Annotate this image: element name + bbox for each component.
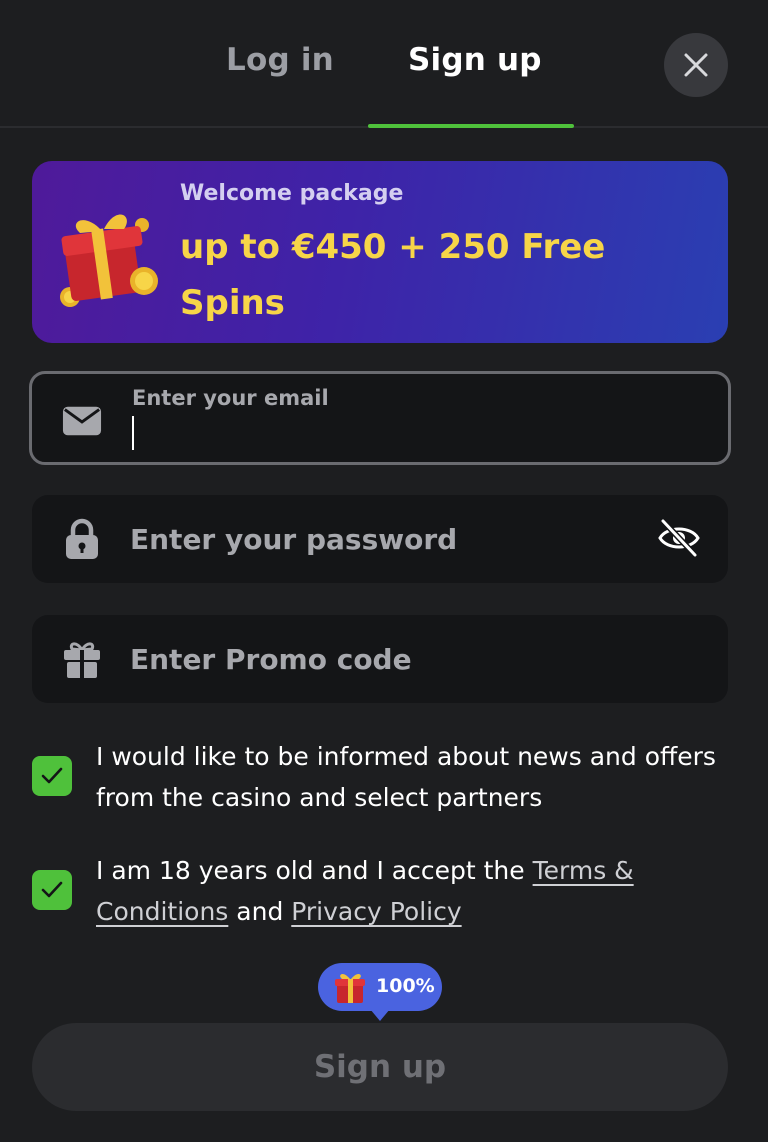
promo-input[interactable] xyxy=(130,615,630,703)
consent-terms-text: I am 18 years old and I accept the Terms… xyxy=(96,850,726,932)
gift-icon xyxy=(62,639,102,679)
banner-title: up to €450 + 250 Free Spins xyxy=(180,227,606,323)
gift-box-icon xyxy=(60,214,158,307)
consent-terms-checkbox[interactable] xyxy=(32,870,72,910)
close-button[interactable] xyxy=(664,33,728,97)
bonus-badge: 100% xyxy=(318,963,442,1021)
envelope-icon xyxy=(62,401,102,441)
password-field[interactable] xyxy=(32,495,728,583)
close-icon xyxy=(684,53,708,77)
eye-off-icon xyxy=(658,518,700,558)
email-field[interactable]: Enter your email xyxy=(29,371,731,465)
toggle-password-visibility[interactable] xyxy=(656,515,702,561)
auth-tabs-header: Log in Sign up xyxy=(0,0,768,128)
privacy-link[interactable]: Privacy Policy xyxy=(291,897,461,926)
terms-prefix: I am 18 years old and I accept the xyxy=(96,856,533,885)
email-label: Enter your email xyxy=(132,386,329,410)
checkmark-icon xyxy=(41,881,63,898)
password-input[interactable] xyxy=(130,495,630,583)
lock-icon xyxy=(62,518,102,559)
tab-login[interactable]: Log in xyxy=(226,42,334,78)
active-tab-indicator xyxy=(368,124,574,128)
consent-news-text: I would like to be informed about news a… xyxy=(96,742,716,812)
gift-box-icon xyxy=(335,973,365,1003)
promo-field[interactable] xyxy=(32,615,728,703)
banner-subtitle: Welcome package xyxy=(180,181,404,206)
signup-submit-button[interactable]: Sign up xyxy=(32,1023,728,1111)
email-input[interactable] xyxy=(132,414,632,454)
consent-news-checkbox[interactable] xyxy=(32,756,72,796)
checkmark-icon xyxy=(41,767,63,784)
bonus-percent: 100% xyxy=(376,975,435,997)
tab-signup[interactable]: Sign up xyxy=(408,42,542,78)
welcome-banner: Welcome package up to €450 + 250 Free Sp… xyxy=(32,161,728,343)
terms-middle: and xyxy=(228,897,292,926)
